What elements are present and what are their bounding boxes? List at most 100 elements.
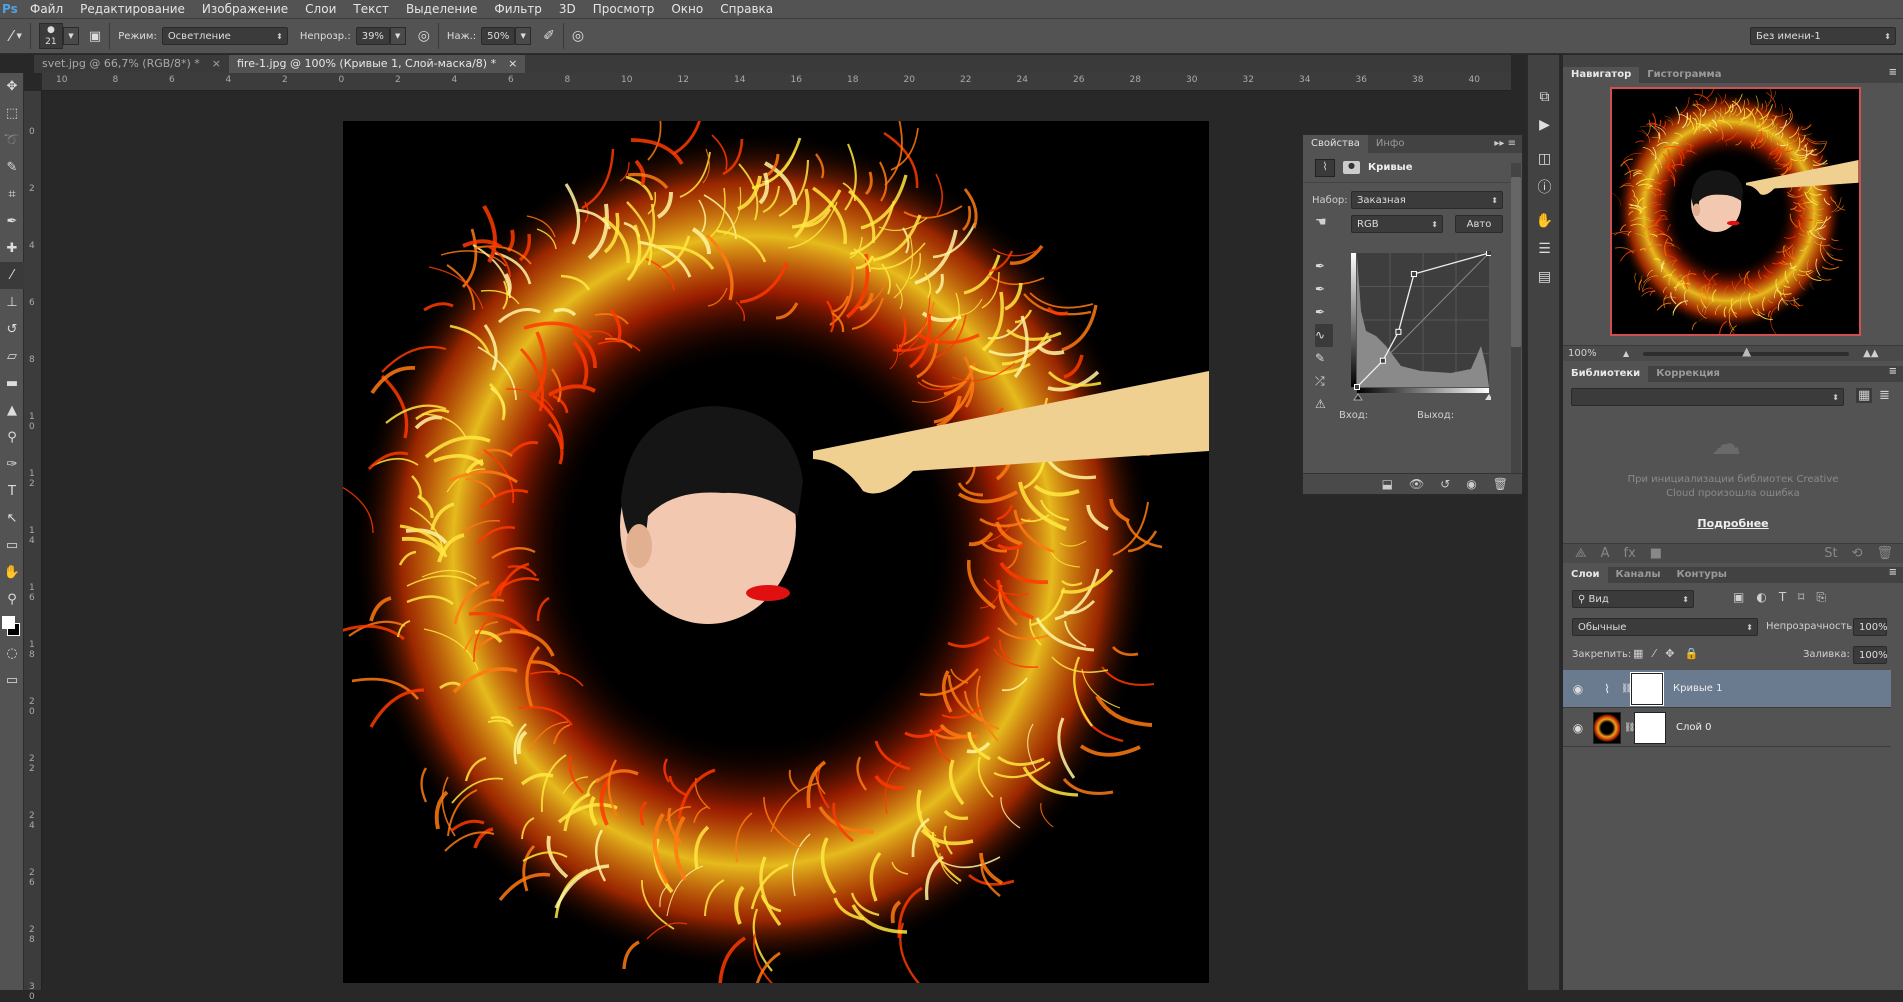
healing-tool-icon[interactable]: ✚ <box>0 235 24 262</box>
crop-tool-icon[interactable]: ⌗ <box>0 181 24 208</box>
white-slider-handle[interactable] <box>1485 394 1491 400</box>
workspace-select[interactable]: Без имени-1 ⬍ <box>1750 27 1896 45</box>
tab-navigator[interactable]: Навигатор <box>1563 67 1640 83</box>
clip-to-layer-icon[interactable]: ⬓ <box>1382 477 1393 491</box>
black-slider-handle[interactable] <box>1353 393 1363 401</box>
hand-tool-icon[interactable]: ✋ <box>0 559 24 586</box>
grid-view-icon[interactable]: ▦ <box>1856 388 1873 403</box>
filter-adjustment-icon[interactable]: ◐ <box>1756 590 1766 605</box>
channel-select[interactable]: RGB ⬍ <box>1351 215 1443 233</box>
document-canvas[interactable] <box>343 121 1209 983</box>
tool-preset-dropdown-icon[interactable]: ▼ <box>17 32 22 40</box>
opacity-input[interactable]: 39% <box>355 27 390 45</box>
white-point-eyedropper-icon[interactable]: ✒ <box>1315 301 1333 324</box>
brush-presets-icon[interactable]: ✋ <box>1528 207 1561 235</box>
brush-panel-icon[interactable]: ▣ <box>89 29 101 44</box>
black-point-eyedropper-icon[interactable]: ✒ <box>1315 255 1333 278</box>
visibility-eye-icon[interactable]: ◉ <box>1563 721 1593 735</box>
layer-row-curves[interactable]: ◉ ⌇ ⛓ Кривые 1 <box>1563 670 1891 708</box>
tab-info[interactable]: Инфо <box>1368 135 1413 153</box>
history-brush-icon[interactable]: ↺ <box>0 316 24 343</box>
navigator-preview[interactable] <box>1610 87 1861 336</box>
fill-input[interactable]: 100% <box>1853 646 1888 664</box>
layer-opacity-input[interactable]: 100% <box>1853 618 1888 636</box>
menu-filter[interactable]: Фильтр <box>494 2 541 16</box>
path-select-icon[interactable]: ↖ <box>0 505 24 532</box>
lock-pixels-icon[interactable]: ⁄ <box>1653 647 1655 660</box>
tab-properties[interactable]: Свойства <box>1303 135 1368 153</box>
properties-scrollbar[interactable] <box>1511 163 1521 473</box>
tab-histogram[interactable]: Гистограмма <box>1639 67 1729 83</box>
menu-text[interactable]: Текст <box>353 2 389 16</box>
visibility-icon[interactable]: ◉ <box>1466 477 1476 491</box>
mask-icon[interactable]: ● <box>1343 161 1360 174</box>
menu-layers[interactable]: Слои <box>305 2 336 16</box>
layer-name[interactable]: Слой 0 <box>1676 722 1712 733</box>
flow-input[interactable]: 50% <box>481 27 516 45</box>
layer-thumbnail[interactable] <box>1593 711 1621 744</box>
properties-panel-icon[interactable]: ☰ <box>1528 235 1561 263</box>
curves-graph[interactable] <box>1351 251 1491 401</box>
tab-paths[interactable]: Контуры <box>1669 567 1735 583</box>
sync-icon[interactable]: ⟲ <box>1852 546 1863 561</box>
panel-menu-icon[interactable]: ≡ <box>1883 67 1903 83</box>
navigator-zoom-slider[interactable] <box>1643 347 1850 357</box>
lock-all-icon[interactable]: 🔒 <box>1684 647 1698 660</box>
zoom-out-icon[interactable]: ▲ <box>1623 349 1629 358</box>
layer-row-layer0[interactable]: ◉ ⛓ Слой 0 <box>1563 709 1891 747</box>
lock-position-icon[interactable]: ✥ <box>1665 647 1674 660</box>
screen-mode-icon[interactable]: ▭ <box>0 667 24 694</box>
mode-select[interactable]: Осветление ⬍ <box>161 27 288 45</box>
stock-icon[interactable]: St <box>1824 546 1837 561</box>
layer-name[interactable]: Кривые 1 <box>1673 683 1722 694</box>
tab-adjustments[interactable]: Коррекция <box>1648 366 1728 382</box>
menu-help[interactable]: Справка <box>720 2 773 16</box>
filter-pixel-icon[interactable]: ▣ <box>1733 590 1744 605</box>
smooth-icon[interactable]: ⤮ <box>1315 370 1333 393</box>
shape-tool-icon[interactable]: ▭ <box>0 532 24 559</box>
learn-more-link[interactable]: Подробнее <box>1563 517 1903 530</box>
layer-mask-thumbnail[interactable] <box>1634 711 1666 744</box>
menu-3d[interactable]: 3D <box>559 2 576 16</box>
eraser-tool-icon[interactable]: ▱ <box>0 343 24 370</box>
pen-tool-icon[interactable]: ✑ <box>0 451 24 478</box>
stamp-tool-icon[interactable]: ⊥ <box>0 289 24 316</box>
zoom-slider-handle[interactable] <box>1742 347 1752 357</box>
quick-select-tool-icon[interactable]: ✎ <box>0 154 24 181</box>
dodge-tool-icon[interactable]: ⚲ <box>0 424 24 451</box>
blend-mode-select[interactable]: Обычные ⬍ <box>1572 618 1758 636</box>
tab-fire[interactable]: fire-1.jpg @ 100% (Кривые 1, Слой-маска/… <box>229 55 526 73</box>
menu-select[interactable]: Выделение <box>406 2 477 16</box>
brush-tool-icon[interactable]: ⁄ <box>10 27 13 45</box>
flow-dropdown[interactable]: ▼ <box>515 27 532 45</box>
curve-edit-icon[interactable]: ∿ <box>1315 324 1333 347</box>
navigator-zoom-value[interactable]: 100% <box>1563 348 1623 359</box>
visibility-eye-icon[interactable]: ◉ <box>1563 682 1593 696</box>
brush-tool-icon[interactable]: ⁄ <box>0 262 24 289</box>
clipping-warning-icon[interactable]: ⚠ <box>1315 393 1333 416</box>
on-image-adjust-icon[interactable]: ☚ <box>1315 215 1327 230</box>
blur-tool-icon[interactable]: ▲ <box>0 397 24 424</box>
panel-menu-icon[interactable]: ≡ <box>1883 567 1903 583</box>
type-tool-icon[interactable]: T <box>0 478 24 505</box>
adjustments-panel-icon[interactable]: ◫ <box>1528 145 1561 173</box>
curve-control-point[interactable] <box>1354 384 1360 390</box>
panel-menu-icon[interactable]: ▸▸ ≡ <box>1488 135 1522 153</box>
lasso-tool-icon[interactable]: ➰ <box>0 127 24 154</box>
add-style-icon[interactable]: fx <box>1624 546 1636 561</box>
color-swatches[interactable] <box>0 613 24 640</box>
move-tool-icon[interactable]: ✥ <box>0 73 24 100</box>
close-icon[interactable]: × <box>212 57 221 71</box>
menu-edit[interactable]: Редактирование <box>80 2 185 16</box>
delete-icon[interactable]: 🗑 <box>1493 477 1508 491</box>
pressure-opacity-icon[interactable]: ◎ <box>418 28 430 44</box>
tab-svet[interactable]: svet.jpg @ 66,7% (RGB/8*) * × <box>34 55 229 73</box>
layer-filter-select[interactable]: ⚲ Вид ⬍ <box>1572 590 1694 608</box>
marquee-tool-icon[interactable]: ⬚ <box>0 100 24 127</box>
curve-control-point[interactable] <box>1410 271 1417 278</box>
preset-select[interactable]: Заказная ⬍ <box>1351 191 1503 209</box>
zoom-in-icon[interactable]: ▲▲ <box>1863 348 1878 359</box>
history-panel-icon[interactable]: ⧉ <box>1528 83 1561 111</box>
menu-window[interactable]: Окно <box>671 2 703 16</box>
reset-icon[interactable]: ↺ <box>1440 477 1450 491</box>
